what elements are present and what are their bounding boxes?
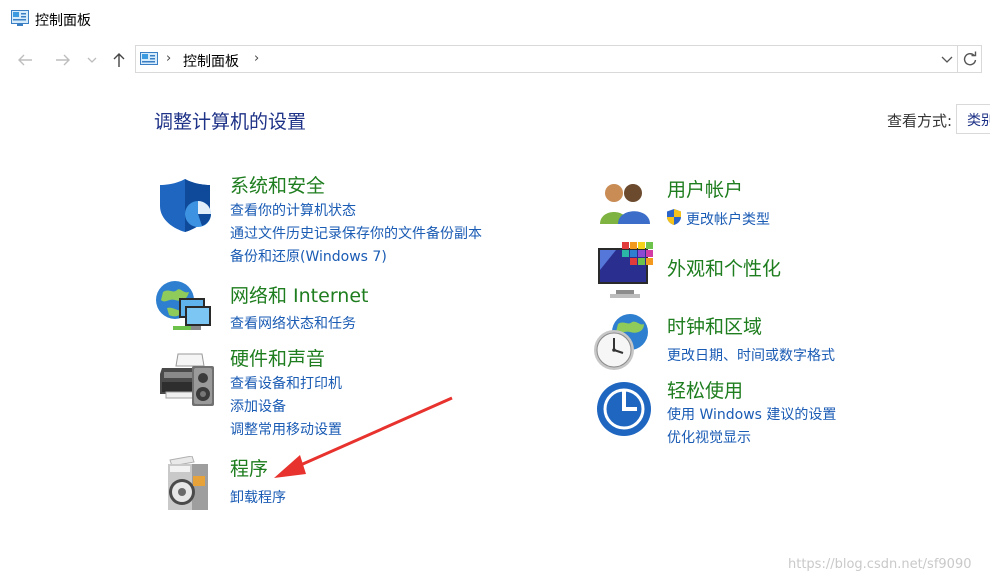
breadcrumb-separator-icon[interactable]: › bbox=[254, 51, 259, 66]
category-title-system-security[interactable]: 系统和安全 bbox=[230, 171, 325, 198]
monitor-colors-icon[interactable] bbox=[596, 242, 656, 300]
link-file-history-backup[interactable]: 通过文件历史记录保存你的文件备份副本 bbox=[230, 223, 482, 243]
annotation-arrow bbox=[274, 396, 453, 478]
category-title-ease-of-access[interactable]: 轻松使用 bbox=[667, 376, 743, 403]
up-arrow-icon bbox=[113, 53, 125, 67]
control-panel-icon bbox=[140, 52, 158, 65]
chevron-down-icon bbox=[941, 56, 953, 63]
ease-of-access-icon[interactable] bbox=[595, 380, 653, 438]
page-title: 调整计算机的设置 bbox=[154, 111, 307, 133]
window-title: 控制面板 bbox=[35, 13, 91, 29]
back-button[interactable] bbox=[16, 51, 34, 69]
chevron-down-icon bbox=[87, 57, 97, 63]
address-bar[interactable]: › 控制面板 › bbox=[135, 45, 958, 73]
clock-globe-icon[interactable] bbox=[592, 312, 652, 372]
link-add-device[interactable]: 添加设备 bbox=[230, 396, 286, 416]
link-windows-recommended-settings[interactable]: 使用 Windows 建议的设置 bbox=[667, 404, 836, 424]
uac-shield-icon bbox=[667, 209, 681, 225]
back-arrow-icon bbox=[18, 54, 32, 66]
view-by-label: 查看方式: bbox=[887, 112, 953, 130]
link-mobility-settings[interactable]: 调整常用移动设置 bbox=[230, 419, 342, 439]
view-by-select[interactable]: 类别 bbox=[956, 104, 990, 134]
breadcrumb-control-panel[interactable]: 控制面板 bbox=[183, 51, 239, 71]
link-uninstall-program[interactable]: 卸载程序 bbox=[230, 487, 286, 507]
link-optimize-visual-display[interactable]: 优化视觉显示 bbox=[667, 427, 751, 447]
link-network-status[interactable]: 查看网络状态和任务 bbox=[230, 313, 356, 333]
category-title-clock-region[interactable]: 时钟和区域 bbox=[667, 312, 762, 339]
link-devices-printers[interactable]: 查看设备和打印机 bbox=[230, 373, 342, 393]
category-title-programs[interactable]: 程序 bbox=[230, 454, 268, 481]
globe-network-icon[interactable] bbox=[155, 278, 215, 338]
control-panel-icon bbox=[11, 10, 29, 26]
up-button[interactable] bbox=[110, 51, 128, 69]
recent-locations-button[interactable] bbox=[85, 51, 99, 69]
refresh-button[interactable] bbox=[958, 45, 982, 73]
forward-arrow-icon bbox=[56, 54, 70, 66]
link-view-computer-status[interactable]: 查看你的计算机状态 bbox=[230, 200, 356, 220]
link-date-time-format[interactable]: 更改日期、时间或数字格式 bbox=[667, 345, 835, 365]
category-title-hardware-sound[interactable]: 硬件和声音 bbox=[230, 344, 325, 371]
title-bar: 控制面板 bbox=[0, 0, 990, 38]
address-dropdown-button[interactable] bbox=[940, 50, 954, 72]
refresh-icon bbox=[963, 51, 976, 66]
category-title-appearance[interactable]: 外观和个性化 bbox=[667, 254, 781, 281]
category-title-network-internet[interactable]: 网络和 Internet bbox=[230, 281, 368, 308]
shield-icon[interactable] bbox=[156, 176, 214, 234]
programs-disc-icon[interactable] bbox=[162, 456, 214, 512]
watermark: https://blog.csdn.net/sf9090 bbox=[788, 557, 972, 572]
link-backup-restore[interactable]: 备份和还原(Windows 7) bbox=[230, 246, 387, 266]
forward-button[interactable] bbox=[54, 51, 72, 69]
category-title-user-accounts[interactable]: 用户帐户 bbox=[667, 175, 743, 202]
printer-icon[interactable] bbox=[156, 352, 216, 410]
breadcrumb-separator-icon[interactable]: › bbox=[166, 51, 171, 66]
users-icon[interactable] bbox=[596, 180, 652, 226]
link-change-account-type[interactable]: 更改帐户类型 bbox=[686, 209, 770, 229]
